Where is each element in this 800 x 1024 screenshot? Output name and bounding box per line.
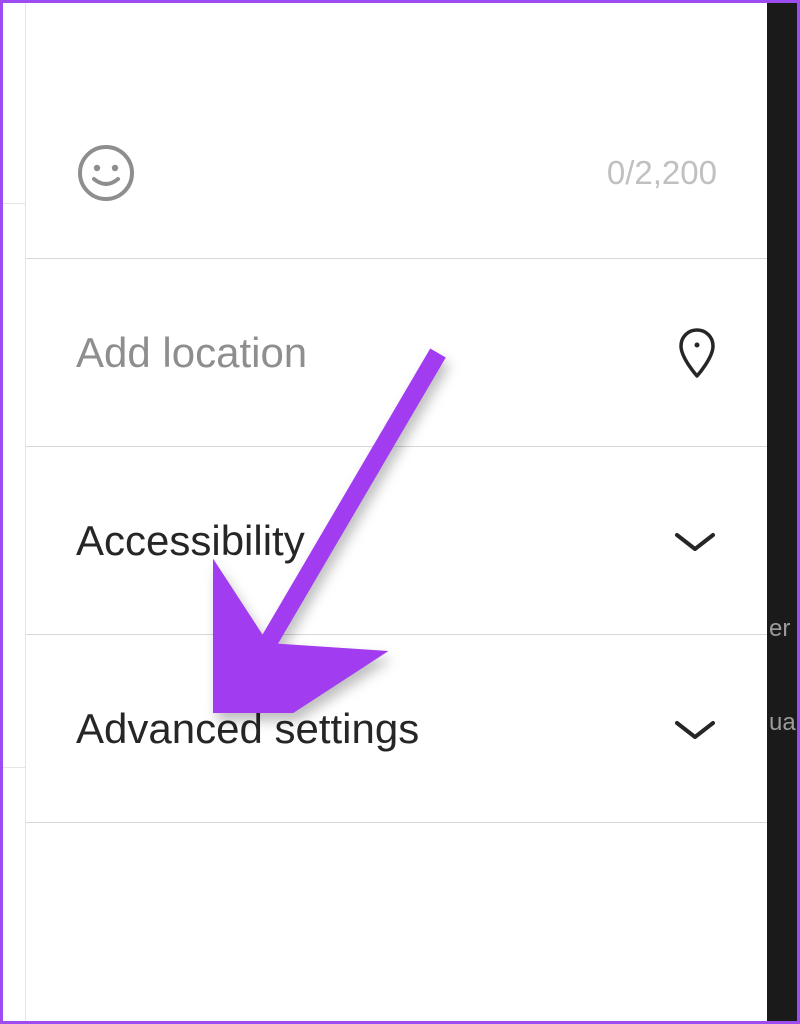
chevron-down-icon [673, 717, 717, 741]
character-counter: 0/2,200 [607, 154, 717, 192]
app-frame: er ua 0/2,200 Add location [0, 0, 800, 1024]
emoji-picker-button[interactable] [76, 143, 136, 203]
gutter-tick [3, 767, 25, 768]
advanced-settings-row[interactable]: Advanced settings [26, 635, 767, 823]
location-pin-icon [677, 327, 717, 379]
caption-area[interactable]: 0/2,200 [26, 3, 767, 259]
cropped-text: ua [769, 711, 796, 735]
cropped-text: er [769, 617, 790, 641]
compose-panel: 0/2,200 Add location Accessibility Advan… [25, 3, 767, 1021]
caption-footer: 0/2,200 [76, 143, 717, 203]
background-strip: er ua [767, 3, 797, 1021]
add-location-placeholder: Add location [76, 329, 307, 377]
left-gutter [3, 3, 25, 1021]
chevron-down-icon [673, 529, 717, 553]
accessibility-label: Accessibility [76, 517, 305, 565]
accessibility-row[interactable]: Accessibility [26, 447, 767, 635]
advanced-settings-label: Advanced settings [76, 705, 419, 753]
add-location-row[interactable]: Add location [26, 259, 767, 447]
gutter-tick [3, 203, 25, 204]
